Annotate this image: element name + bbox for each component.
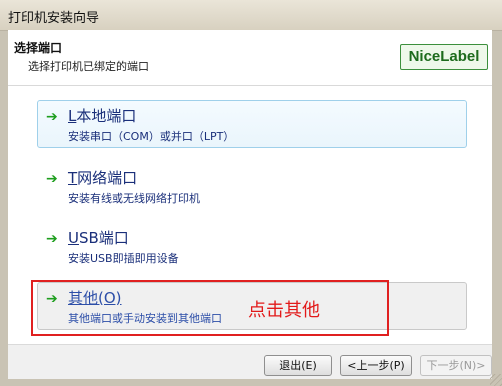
option-network-port[interactable]: ➔ T网络端口 安装有线或无线网络打印机 [37,162,467,210]
options-panel: ➔ L本地端口 安装串口（COM）或并口（LPT） ➔ T网络端口 安装有线或无… [8,86,492,344]
option-title: L本地端口 [68,107,137,125]
arrow-right-icon: ➔ [46,109,58,125]
wizard-footer: 退出(E) <上一步(P) 下一步(N)> [8,344,492,379]
annotation-text: 点击其他 [248,300,320,321]
arrow-right-icon: ➔ [46,231,58,247]
window-title: 打印机安装向导 [8,11,100,26]
option-description: 安装USB即插即用设备 [68,252,179,265]
option-title: T网络端口 [68,169,138,187]
nicelabel-logo: NiceLabel [400,44,488,70]
back-button[interactable]: <上一步(P) [340,355,412,376]
option-title: USB端口 [68,229,129,247]
exit-button[interactable]: 退出(E) [264,355,332,376]
option-usb-port[interactable]: ➔ USB端口 安装USB即插即用设备 [37,222,467,270]
option-description: 安装有线或无线网络打印机 [68,192,200,205]
wizard-header: 选择端口 选择打印机已绑定的端口 NiceLabel [8,30,492,86]
page-title: 选择端口 [14,41,63,55]
resize-grip[interactable] [490,374,502,386]
next-button[interactable]: 下一步(N)> [420,355,492,376]
option-description: 安装串口（COM）或并口（LPT） [68,130,235,143]
page-subtitle: 选择打印机已绑定的端口 [28,60,149,73]
arrow-right-icon: ➔ [46,171,58,187]
option-local-port[interactable]: ➔ L本地端口 安装串口（COM）或并口（LPT） [37,100,467,148]
annotation-highlight-box [31,280,389,336]
window-titlebar: 打印机安装向导 [0,0,502,31]
